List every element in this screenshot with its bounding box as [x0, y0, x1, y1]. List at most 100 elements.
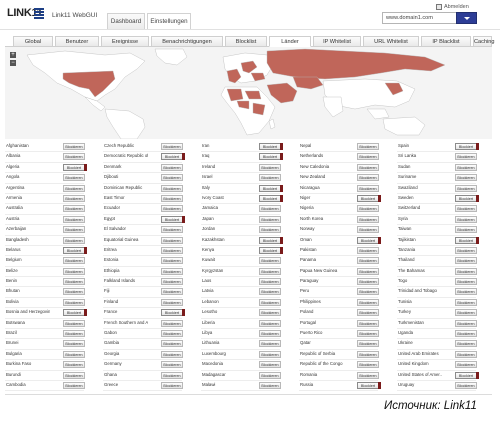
block-toggle-button[interactable]: Blockieren — [161, 298, 183, 306]
block-toggle-button[interactable]: Blockieren — [63, 184, 85, 192]
subnav-tab-0[interactable]: Global — [13, 36, 53, 47]
block-toggle-button[interactable]: Blockieren — [259, 298, 281, 306]
block-toggle-button[interactable]: Blockieren — [357, 184, 379, 192]
block-toggle-button[interactable]: Blockieren — [455, 184, 477, 192]
block-toggle-button[interactable]: Blockieren — [63, 267, 85, 275]
subnav-tab-2[interactable]: Ereignisse — [101, 36, 149, 47]
block-toggle-button[interactable]: Blockiert — [259, 246, 283, 254]
block-toggle-button[interactable]: Blockieren — [161, 246, 183, 254]
block-toggle-button[interactable]: Blockieren — [161, 257, 183, 265]
zoom-out-button[interactable]: − — [10, 60, 16, 66]
land-region[interactable] — [154, 48, 188, 66]
subnav-tab-3[interactable]: Benachrichtigungen — [151, 36, 223, 47]
block-toggle-button[interactable]: Blockieren — [63, 288, 85, 296]
block-toggle-button[interactable]: Blockieren — [63, 236, 85, 244]
block-toggle-button[interactable]: Blockiert — [161, 309, 185, 317]
block-toggle-button[interactable]: Blockieren — [357, 143, 379, 150]
block-toggle-button[interactable]: Blockiert — [455, 194, 479, 202]
block-toggle-button[interactable]: Blockieren — [259, 205, 281, 213]
block-toggle-button[interactable]: Blockieren — [63, 350, 85, 358]
block-toggle-button[interactable]: Blockieren — [63, 340, 85, 348]
block-toggle-button[interactable]: Blockieren — [161, 381, 183, 389]
block-toggle-button[interactable]: Blockieren — [357, 174, 379, 182]
block-toggle-button[interactable]: Blockieren — [455, 215, 477, 223]
block-toggle-button[interactable]: Blockieren — [161, 184, 183, 192]
block-toggle-button[interactable]: Blockieren — [161, 371, 183, 379]
block-toggle-button[interactable]: Blockieren — [63, 319, 85, 327]
block-toggle-button[interactable]: Blockieren — [259, 226, 281, 234]
block-toggle-button[interactable]: Blockieren — [259, 350, 281, 358]
block-toggle-button[interactable]: Blockiert — [259, 236, 283, 244]
block-toggle-button[interactable]: Blockiert — [161, 153, 185, 161]
block-toggle-button[interactable]: Blockieren — [259, 257, 281, 265]
block-toggle-button[interactable]: Blockieren — [455, 381, 477, 389]
block-toggle-button[interactable]: Blockieren — [161, 194, 183, 202]
block-toggle-button[interactable]: Blockiert — [259, 143, 283, 150]
block-toggle-button[interactable]: Blockieren — [63, 381, 85, 389]
block-toggle-button[interactable]: Blockieren — [357, 361, 379, 369]
block-toggle-button[interactable]: Blockieren — [357, 215, 379, 223]
block-toggle-button[interactable]: Blockieren — [455, 361, 477, 369]
block-toggle-button[interactable]: Blockieren — [357, 205, 379, 213]
block-toggle-button[interactable]: Blockieren — [357, 371, 379, 379]
land-region[interactable] — [366, 108, 390, 120]
block-toggle-button[interactable]: Blockiert — [259, 194, 283, 202]
block-toggle-button[interactable]: Blockieren — [357, 319, 379, 327]
block-toggle-button[interactable]: Blockieren — [357, 257, 379, 265]
block-toggle-button[interactable]: Blockiert — [63, 309, 87, 317]
block-toggle-button[interactable]: Blockieren — [357, 350, 379, 358]
blocked-region[interactable] — [292, 76, 324, 90]
block-toggle-button[interactable]: Blockieren — [63, 257, 85, 265]
land-region[interactable] — [268, 118, 276, 130]
block-toggle-button[interactable]: Blockieren — [161, 226, 183, 234]
block-toggle-button[interactable]: Blockiert — [161, 215, 185, 223]
land-region[interactable] — [104, 108, 146, 139]
blocked-region[interactable] — [266, 48, 446, 80]
block-toggle-button[interactable]: Blockieren — [357, 246, 379, 254]
block-toggle-button[interactable]: Blockiert — [455, 143, 479, 150]
block-toggle-button[interactable]: Blockieren — [161, 143, 183, 150]
block-toggle-button[interactable]: Blockieren — [161, 340, 183, 348]
block-toggle-button[interactable]: Blockieren — [455, 350, 477, 358]
logout-icon[interactable] — [436, 4, 442, 10]
world-map[interactable]: + − — [5, 47, 492, 139]
block-toggle-button[interactable]: Blockieren — [259, 340, 281, 348]
block-toggle-button[interactable]: Blockieren — [161, 361, 183, 369]
land-region[interactable] — [322, 96, 344, 118]
block-toggle-button[interactable]: Blockieren — [455, 174, 477, 182]
block-toggle-button[interactable]: Blockieren — [357, 340, 379, 348]
block-toggle-button[interactable]: Blockieren — [259, 361, 281, 369]
block-toggle-button[interactable]: Blockiert — [63, 163, 87, 171]
subnav-tab-5[interactable]: Länder — [269, 36, 311, 47]
block-toggle-button[interactable]: Blockieren — [455, 267, 477, 275]
block-toggle-button[interactable]: Blockieren — [455, 288, 477, 296]
block-toggle-button[interactable]: Blockieren — [63, 371, 85, 379]
block-toggle-button[interactable]: Blockieren — [357, 330, 379, 338]
block-toggle-button[interactable]: Blockieren — [455, 340, 477, 348]
blocked-region[interactable] — [252, 102, 266, 116]
tab-settings[interactable]: Einstellungen — [147, 13, 191, 29]
block-toggle-button[interactable]: Blockieren — [63, 143, 85, 150]
block-toggle-button[interactable]: Blockieren — [259, 174, 281, 182]
block-toggle-button[interactable]: Blockieren — [259, 278, 281, 286]
block-toggle-button[interactable]: Blockiert — [357, 236, 381, 244]
block-toggle-button[interactable]: Blockieren — [63, 215, 85, 223]
block-toggle-button[interactable]: Blockiert — [455, 371, 479, 379]
zoom-in-button[interactable]: + — [10, 52, 16, 58]
block-toggle-button[interactable]: Blockieren — [259, 163, 281, 171]
block-toggle-button[interactable]: Blockieren — [63, 205, 85, 213]
block-toggle-button[interactable]: Blockieren — [259, 371, 281, 379]
subnav-tab-9[interactable]: Caching — [473, 36, 495, 47]
block-toggle-button[interactable]: Blockieren — [259, 309, 281, 317]
block-toggle-button[interactable]: Blockieren — [161, 205, 183, 213]
blocked-region[interactable] — [266, 82, 298, 104]
block-toggle-button[interactable]: Blockieren — [455, 257, 477, 265]
block-toggle-button[interactable]: Blockieren — [455, 246, 477, 254]
subnav-tab-4[interactable]: Blocklist — [225, 36, 267, 47]
block-toggle-button[interactable]: Blockieren — [161, 267, 183, 275]
block-toggle-button[interactable]: Blockieren — [259, 381, 281, 389]
block-toggle-button[interactable]: Blockieren — [161, 319, 183, 327]
logout-link[interactable]: Abmelden — [444, 4, 469, 10]
block-toggle-button[interactable]: Blockieren — [357, 309, 379, 317]
block-toggle-button[interactable]: Blockiert — [259, 184, 283, 192]
